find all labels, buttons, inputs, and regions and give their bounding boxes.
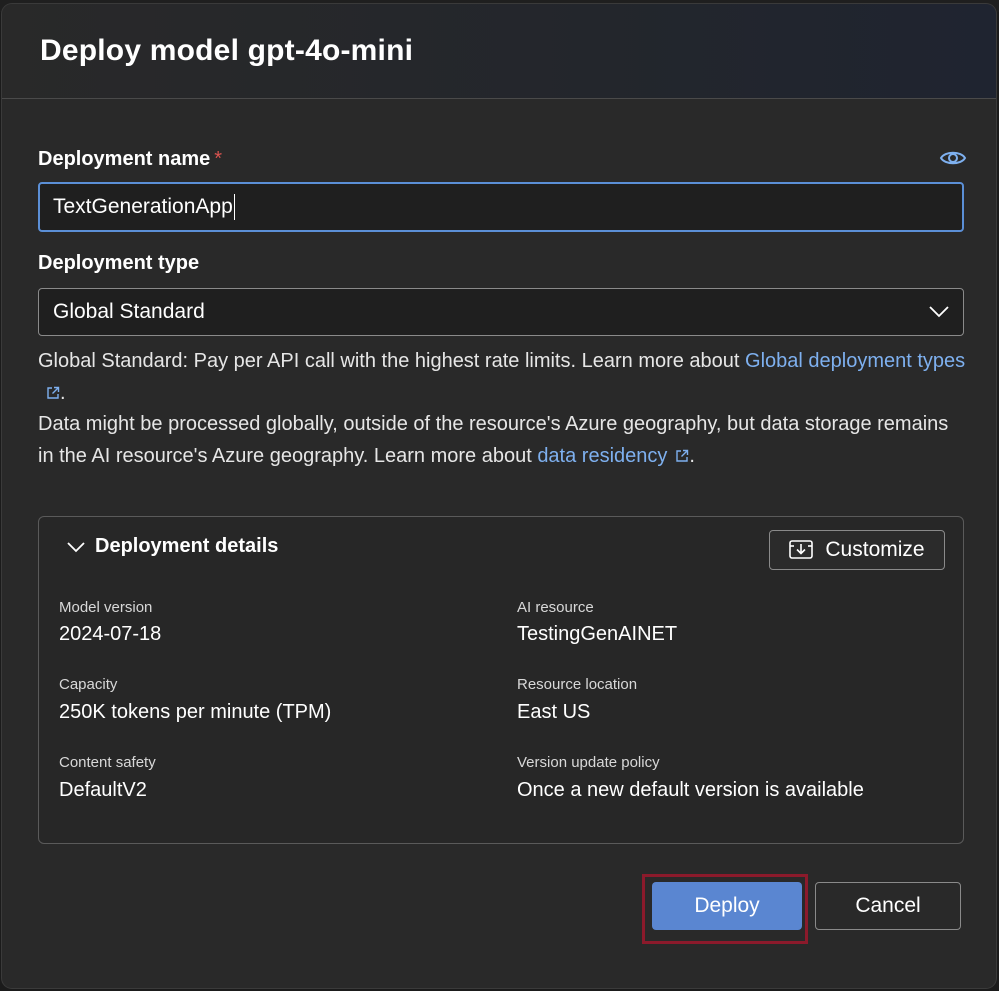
chevron-down-icon	[929, 306, 949, 318]
deployment-name-value: TextGenerationApp	[53, 195, 233, 218]
ai-resource-value: TestingGenAINET	[517, 623, 678, 645]
deployment-name-label-text: Deployment name	[38, 148, 211, 170]
data-residency-link[interactable]: data residency	[537, 445, 689, 467]
external-link-icon	[676, 449, 689, 462]
dialog-header: Deploy model gpt-4o-mini	[2, 4, 996, 99]
global-deployment-types-link-text: Global deployment types	[745, 350, 966, 372]
eye-icon[interactable]	[939, 148, 967, 168]
dialog-title: Deploy model gpt-4o-mini	[40, 34, 414, 67]
resource-location-label: Resource location	[517, 676, 638, 693]
capacity-label: Capacity	[59, 676, 118, 693]
deployment-details-card: Deployment details Customize Model versi…	[38, 516, 964, 844]
deployment-type-description: Global Standard: Pay per API call with t…	[38, 346, 968, 472]
text-caret	[233, 194, 235, 220]
model-version-label: Model version	[59, 599, 153, 616]
deployment-type-selected: Global Standard	[53, 300, 205, 323]
chevron-down-icon	[67, 541, 85, 552]
deployment-type-select[interactable]: Global Standard	[38, 288, 964, 336]
content-safety-value: DefaultV2	[59, 779, 147, 801]
required-marker: *	[214, 148, 223, 170]
model-version-value: 2024-07-18	[59, 623, 162, 645]
cancel-button[interactable]: Cancel	[815, 882, 961, 930]
description-text-1: Global Standard: Pay per API call with t…	[38, 350, 746, 372]
customize-label: Customize	[825, 538, 925, 561]
capacity-value: 250K tokens per minute (TPM)	[59, 701, 332, 723]
data-residency-link-text: data residency	[537, 444, 668, 467]
deploy-model-dialog: Deploy model gpt-4o-mini Deployment name…	[2, 4, 996, 988]
customize-button[interactable]: Customize	[769, 530, 945, 570]
deployment-details-toggle[interactable]: Deployment details	[67, 535, 278, 558]
content-safety-label: Content safety	[59, 754, 156, 771]
deploy-button[interactable]: Deploy	[652, 882, 802, 930]
ai-resource-label: AI resource	[517, 599, 594, 616]
version-update-policy-value: Once a new default version is available	[517, 779, 864, 801]
deployment-name-input[interactable]: TextGenerationApp	[38, 182, 964, 232]
resource-location-value: East US	[517, 701, 591, 723]
external-link-icon	[47, 386, 60, 399]
version-update-policy-label: Version update policy	[517, 754, 660, 771]
deployment-details-title: Deployment details	[95, 535, 279, 557]
download-box-icon	[789, 540, 814, 559]
period-2: .	[689, 444, 695, 467]
deployment-name-label: Deployment name *	[38, 148, 222, 171]
deployment-type-label: Deployment type	[38, 252, 200, 274]
period-1: .	[60, 381, 66, 404]
description-text-2: Data might be processed globally, outsid…	[38, 413, 949, 467]
